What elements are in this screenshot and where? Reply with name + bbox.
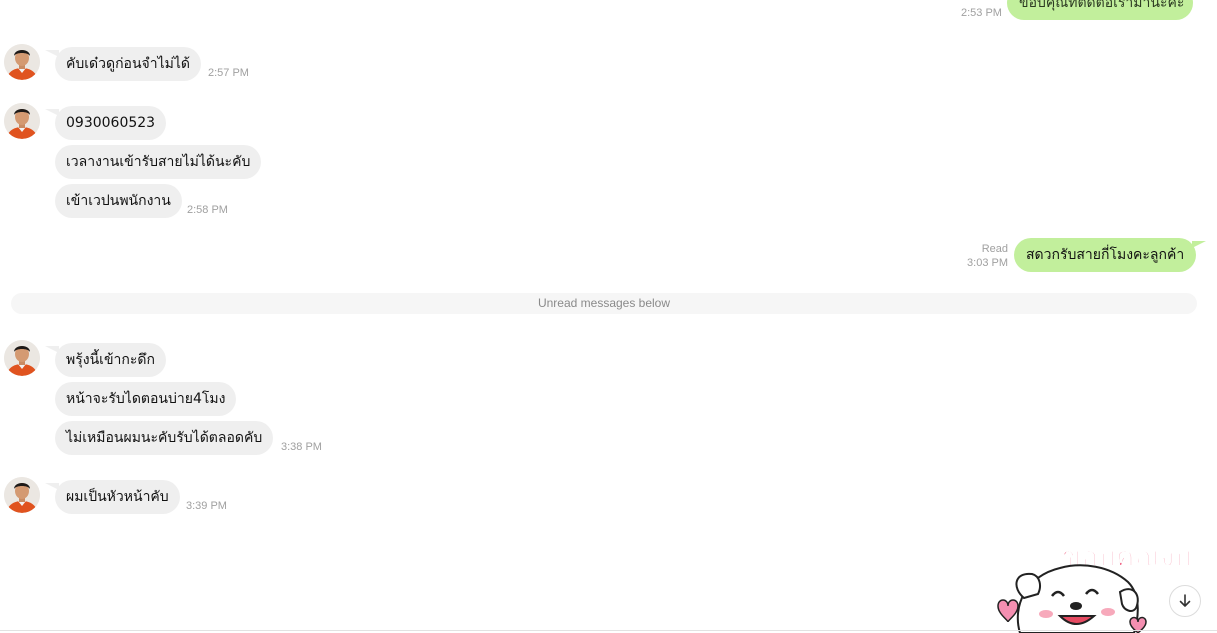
thank-you-sticker[interactable]: ขอบคุณงับ <box>990 536 1190 633</box>
message-text: 0930060523 <box>66 115 156 131</box>
message-time: 2:53 PM <box>961 7 1002 19</box>
message-text: ไม่เหมือนผมนะคับรับได้ตลอดคับ <box>66 430 263 446</box>
arrow-down-icon <box>1179 594 1191 607</box>
sender-avatar[interactable] <box>4 340 40 376</box>
message-text: สดวกรับสายกี่โมงคะลูกค้า <box>1026 247 1185 263</box>
message-time: 2:58 PM <box>187 204 228 216</box>
message-time: 2:57 PM <box>208 67 249 79</box>
scroll-to-bottom-button[interactable] <box>1169 585 1201 617</box>
message-time: 3:38 PM <box>281 441 322 453</box>
sender-avatar[interactable] <box>4 103 40 139</box>
user-avatar-icon <box>4 340 40 376</box>
message-text: คับเด๋วดูก่อนจำไม่ได้ <box>66 56 191 72</box>
user-avatar-icon <box>4 44 40 80</box>
incoming-message-bubble[interactable]: 0930060523 <box>44 106 167 140</box>
incoming-message-bubble[interactable]: ไม่เหมือนผมนะคับรับได้ตลอดคับ <box>55 421 274 455</box>
outgoing-message-bubble[interactable]: ขอบคุณที่ติดต่อเรามานะคะ <box>1007 0 1193 20</box>
outgoing-message-bubble[interactable]: สดวกรับสายกี่โมงคะลูกค้า <box>1014 238 1207 272</box>
input-divider-line <box>0 630 1217 631</box>
incoming-message-bubble[interactable]: เวลางานเข้ารับสายไม่ได้นะคับ <box>55 145 262 179</box>
message-text: ผมเป็นหัวหน้าคับ <box>66 489 169 505</box>
message-read-status: Read 3:03 PM <box>950 242 1008 270</box>
incoming-message-bubble[interactable]: คับเด๋วดูก่อนจำไม่ได้ <box>44 47 202 81</box>
incoming-message-bubble[interactable]: เข้าเวปนพนักงาน <box>55 184 182 218</box>
message-time: 3:03 PM <box>967 257 1008 269</box>
sender-avatar[interactable] <box>4 44 40 80</box>
sender-avatar[interactable] <box>4 477 40 513</box>
chat-message-list: 2:53 PM ขอบคุณที่ติดต่อเรามานะคะ คับเด๋ว… <box>0 0 1217 633</box>
message-text: พรุ้งนี้เข้ากะดึก <box>66 352 155 368</box>
incoming-message-bubble[interactable]: ผมเป็นหัวหน้าคับ <box>45 480 180 514</box>
message-time: 3:39 PM <box>186 500 227 512</box>
message-text: เวลางานเข้ารับสายไม่ได้นะคับ <box>66 154 251 170</box>
incoming-message-bubble[interactable]: พรุ้งนี้เข้ากะดึก <box>45 343 166 377</box>
incoming-message-bubble[interactable]: หน้าจะรับไดตอนบ่าย4โมง <box>55 382 237 416</box>
message-text: ขอบคุณที่ติดต่อเรามานะคะ <box>1019 0 1185 11</box>
user-avatar-icon <box>4 103 40 139</box>
message-text: เข้าเวปนพนักงาน <box>66 193 171 209</box>
unread-divider-text: Unread messages below <box>537 296 671 310</box>
message-text: หน้าจะรับไดตอนบ่าย4โมง <box>66 391 226 407</box>
user-avatar-icon <box>4 477 40 513</box>
read-receipt: Read <box>981 243 1008 255</box>
unread-divider: Unread messages below <box>11 293 1197 314</box>
